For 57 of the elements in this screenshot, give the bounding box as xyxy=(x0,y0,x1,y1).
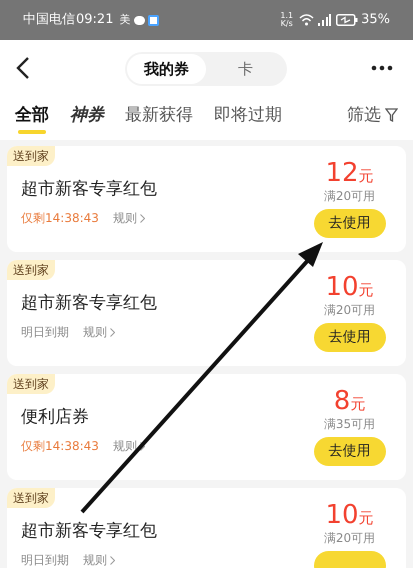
coupon-tag: 送到家 xyxy=(7,374,55,394)
coupon-title: 超市新客专享红包 xyxy=(21,178,157,200)
chat-icon xyxy=(134,16,146,24)
use-button[interactable]: 去使用 xyxy=(314,323,386,352)
coupon-title: 便利店券 xyxy=(21,406,90,428)
rules-link[interactable]: 规则 xyxy=(112,437,145,455)
unit-text: 元 xyxy=(358,508,374,529)
expiry-text: 仅剩14:38:43 xyxy=(21,438,99,455)
battery-icon xyxy=(336,14,358,26)
amount-text: 10 xyxy=(325,500,359,530)
condition-text: 满20可用 xyxy=(324,302,376,318)
back-icon[interactable] xyxy=(16,56,30,80)
app-mark-text: 美 xyxy=(119,12,130,28)
unit-text: 元 xyxy=(358,280,374,301)
unit-text: 元 xyxy=(350,394,366,415)
chevron-icon xyxy=(110,328,115,336)
filter-icon xyxy=(385,108,398,122)
rules-link[interactable]: 规则 xyxy=(83,323,115,341)
coupon-tag: 送到家 xyxy=(7,146,55,166)
amount-text: 12 xyxy=(325,158,359,188)
condition-text: 满20可用 xyxy=(324,188,376,204)
rules-link[interactable]: 规则 xyxy=(112,209,145,227)
category-tab[interactable]: 全部 xyxy=(15,102,49,128)
use-button[interactable]: 去使用 xyxy=(314,209,386,238)
clock-text: 09:21 xyxy=(76,11,114,30)
expiry-text: 明日到期 xyxy=(21,552,69,568)
wifi-icon xyxy=(299,14,314,26)
more-icon[interactable] xyxy=(371,65,393,71)
condition-text: 满35可用 xyxy=(324,416,376,432)
app-icon xyxy=(148,14,160,26)
category-tab[interactable]: 最新获得 xyxy=(125,102,193,128)
expiry-text: 明日到期 xyxy=(21,324,69,341)
filter-button[interactable]: 筛选 xyxy=(347,102,398,128)
signal-icon xyxy=(317,14,332,26)
speed-unit-text: K/s xyxy=(280,20,293,28)
carrier-text: 中国电信 xyxy=(23,11,75,30)
category-tab[interactable]: 神券 xyxy=(70,102,104,128)
unit-text: 元 xyxy=(358,166,374,187)
coupon-title: 超市新客专享红包 xyxy=(21,292,157,314)
rules-link[interactable]: 规则 xyxy=(83,551,115,568)
chevron-icon xyxy=(110,556,115,564)
coupon-title: 超市新客专享红包 xyxy=(21,520,157,542)
condition-text: 满20可用 xyxy=(324,530,376,546)
coupon-tag: 送到家 xyxy=(7,260,55,280)
amount-text: 8 xyxy=(334,386,350,416)
category-tab[interactable]: 即将过期 xyxy=(214,102,282,128)
coupon-tag: 送到家 xyxy=(7,488,55,508)
chevron-icon xyxy=(140,442,145,450)
battery-text: 35% xyxy=(361,11,390,30)
amount-text: 10 xyxy=(325,272,359,302)
speed-text: 1.1 xyxy=(280,12,294,20)
expiry-text: 仅剩14:38:43 xyxy=(21,210,99,227)
use-button[interactable]: 去使用 xyxy=(314,437,386,466)
chevron-icon xyxy=(140,214,145,222)
segment-tab[interactable]: 卡 xyxy=(206,54,285,84)
segment-tab[interactable]: 我的券 xyxy=(127,54,206,84)
tab-underline xyxy=(18,130,46,134)
